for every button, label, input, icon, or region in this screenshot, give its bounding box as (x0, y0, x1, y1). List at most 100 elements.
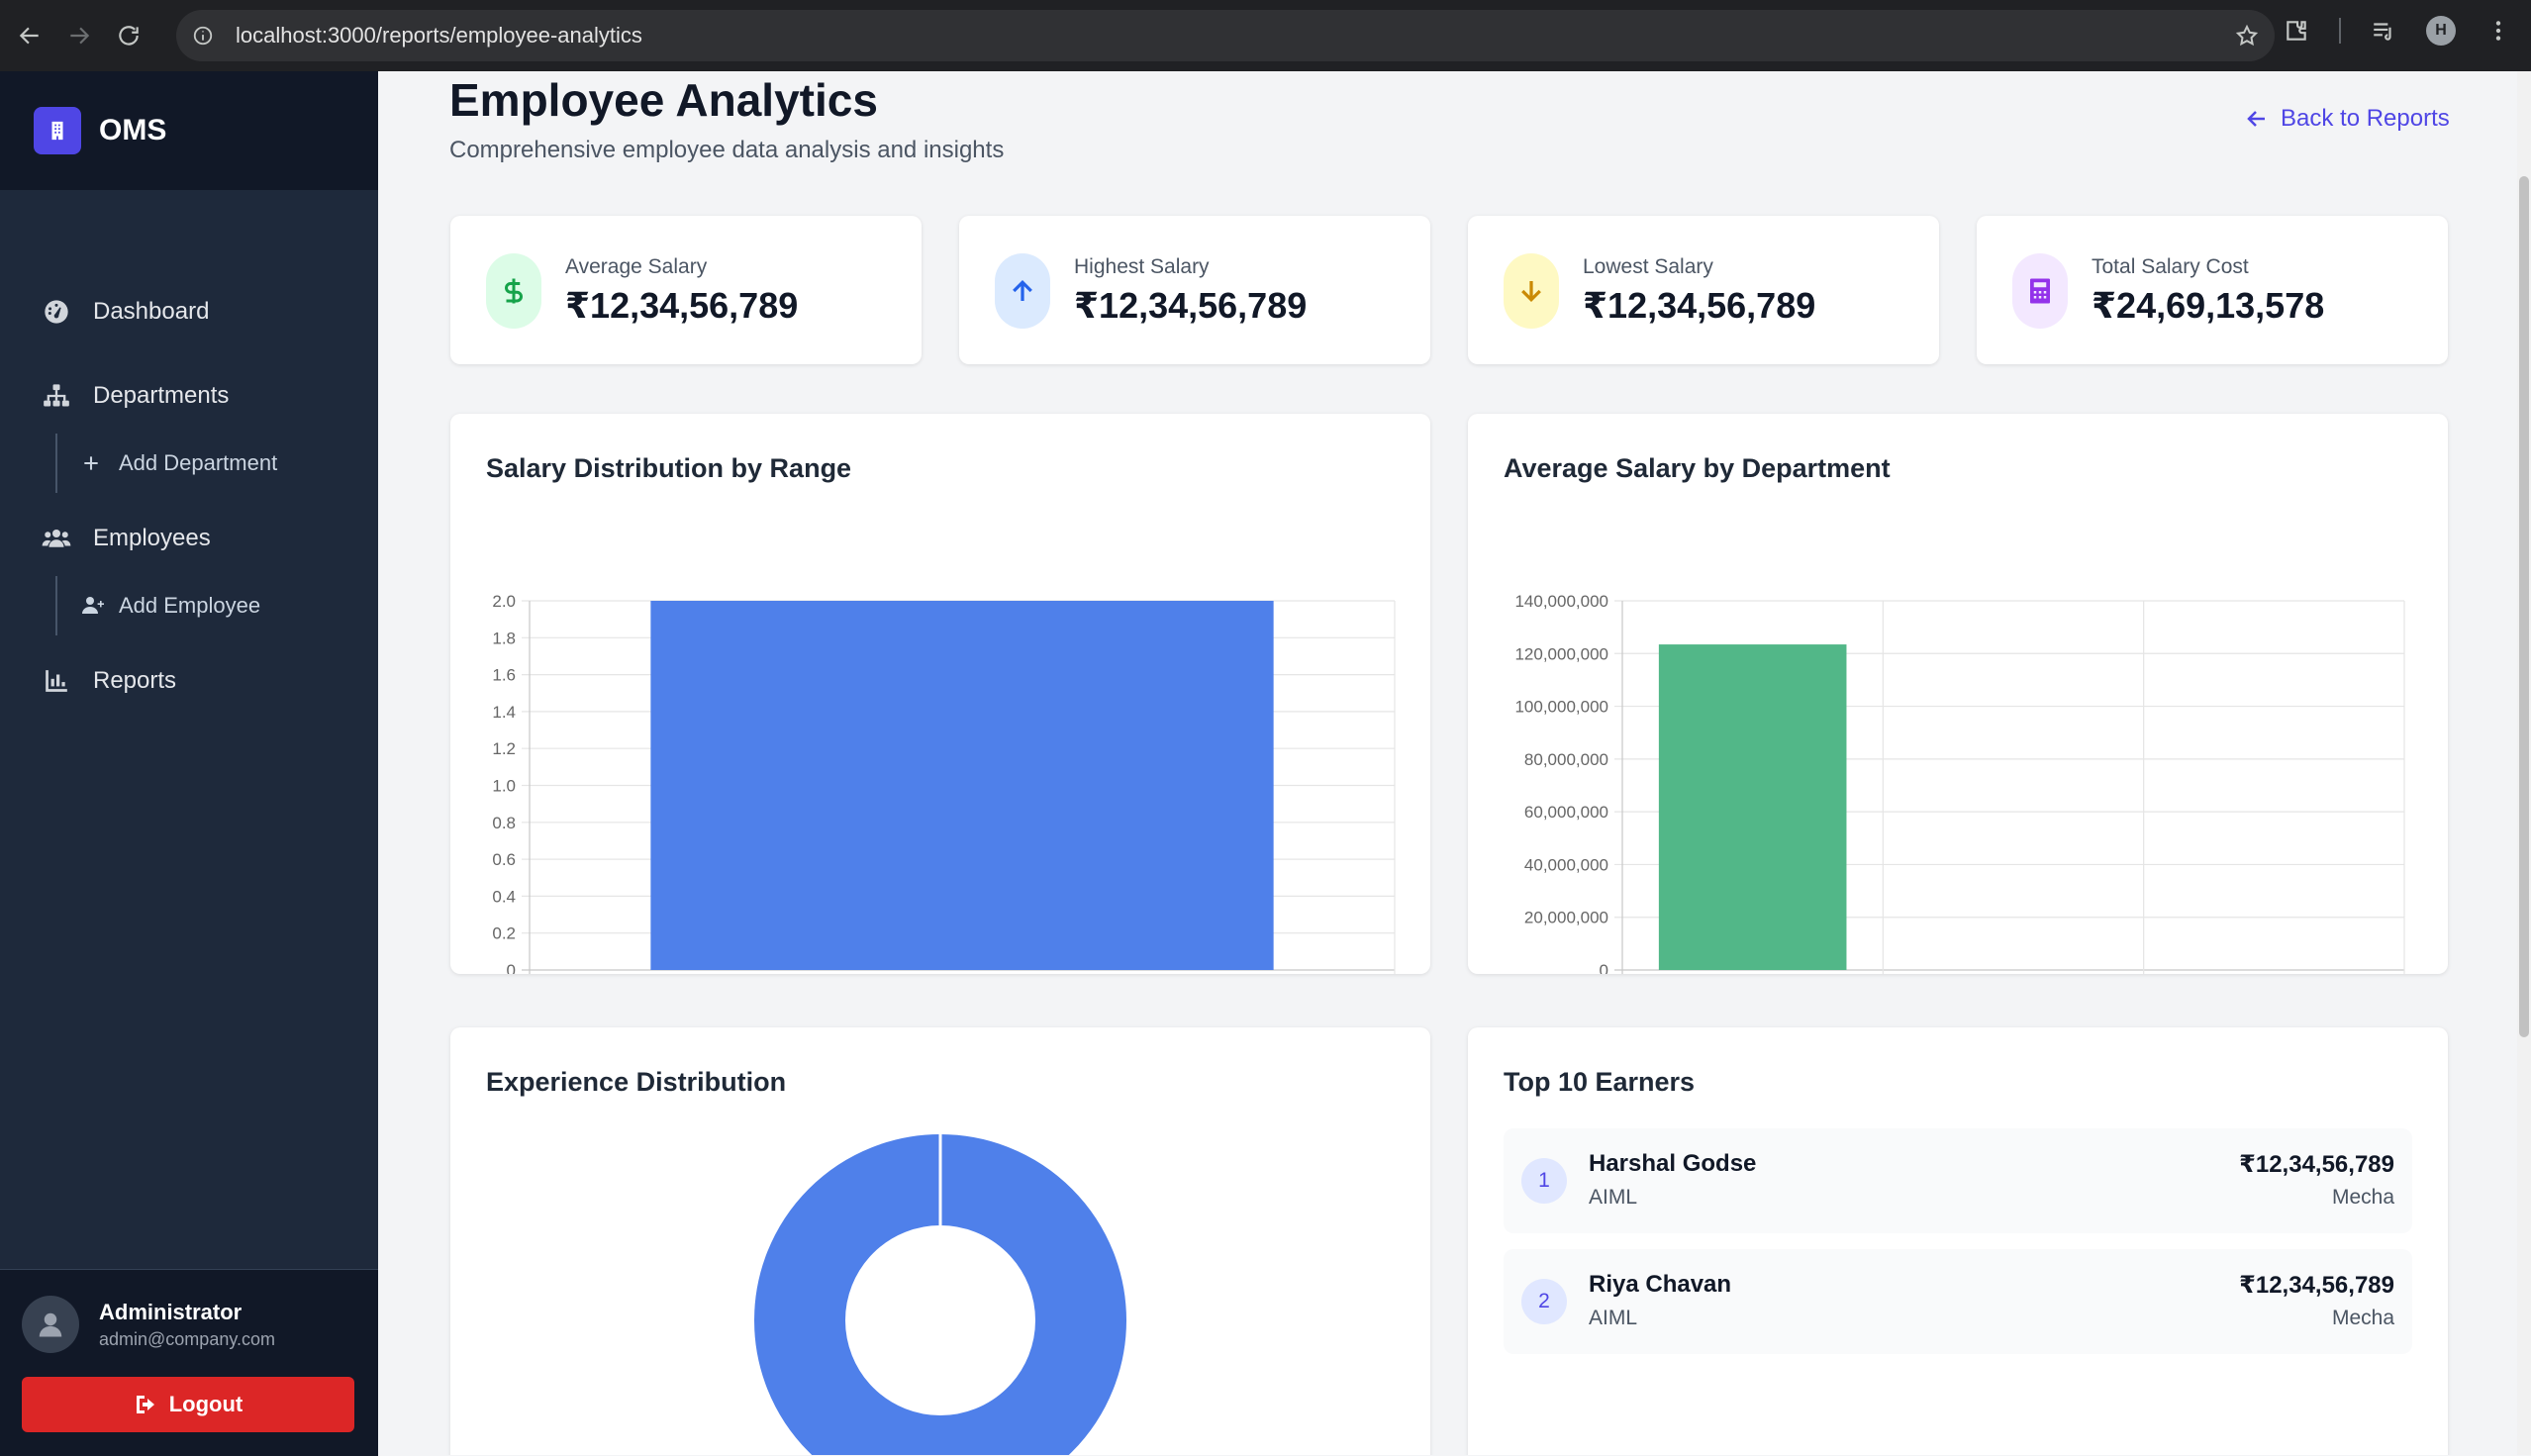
user-panel: Administrator admin@company.com Logout (0, 1269, 378, 1456)
stat-label: Lowest Salary (1583, 255, 1713, 278)
bookmark-star-icon[interactable] (2235, 24, 2259, 48)
sidebar-item-add-employee[interactable]: Add Employee (55, 576, 260, 635)
scrollbar-thumb[interactable] (2519, 176, 2529, 1037)
salary-distribution-chart: 00.20.40.60.81.01.21.41.61.82.0200000 (492, 592, 1396, 974)
sitemap-icon (42, 381, 71, 411)
sign-out-icon (136, 1396, 154, 1413)
url-text[interactable]: localhost:3000/reports/employee-analytic… (236, 23, 642, 49)
user-name: Administrator (99, 1300, 243, 1324)
gauge-icon (42, 297, 71, 327)
browser-toolbar: localhost:3000/reports/employee-analytic… (0, 0, 2531, 71)
profile-avatar[interactable]: H (2426, 16, 2456, 46)
stat-label: Total Salary Cost (2092, 255, 2249, 278)
sidebar: OMS Dashboard Departments Add Department… (0, 71, 378, 1456)
y-tick-label: 1.6 (492, 666, 516, 685)
stat-label: Average Salary (565, 255, 708, 278)
y-tick-label: 60,000,000 (1524, 803, 1608, 822)
department-salary-panel: Average Salary by Department 0 20,000,000… (1468, 414, 2448, 974)
stat-value: ₹12,34,56,789 (1074, 285, 1308, 326)
more-menu-icon[interactable] (2485, 18, 2511, 44)
stat-label: Highest Salary (1074, 255, 1210, 278)
toolbar-divider (2339, 18, 2341, 44)
sidebar-item-reports[interactable]: Reports (0, 651, 378, 711)
sidebar-item-label: Add Employee (119, 593, 261, 618)
y-tick-label: 0.2 (492, 924, 516, 943)
y-tick-label: 0.4 (492, 887, 516, 906)
bar (1658, 644, 1847, 970)
users-icon (42, 524, 71, 553)
user-icon (39, 1312, 62, 1337)
top-earners-panel: Top 10 Earners 1 Harshal Godse AIML ₹12,… (1468, 1027, 2448, 1455)
sidebar-item-add-department[interactable]: Add Department (55, 434, 277, 493)
earner-salary: ₹12,34,56,789 (2239, 1272, 2394, 1299)
stat-card-average-salary: Average Salary ₹12,34,56,789 (450, 216, 922, 364)
top-earners-title: Top 10 Earners (1504, 1067, 1696, 1097)
address-bar[interactable]: localhost:3000/reports/employee-analytic… (176, 10, 2275, 61)
experience-distribution-panel: Experience Distribution (450, 1027, 1430, 1455)
extensions-icon[interactable] (2284, 18, 2309, 44)
y-tick-label: 100,000,000 (1514, 698, 1608, 717)
sidebar-item-label: Departments (93, 382, 230, 409)
dollar-icon (486, 253, 541, 329)
sidebar-item-departments[interactable]: Departments (0, 366, 378, 426)
forward-arrow-icon[interactable] (59, 16, 99, 55)
list-item[interactable]: 2 Riya Chavan AIML ₹12,34,56,789 Mecha (1504, 1249, 2412, 1354)
arrow-left-icon (2247, 111, 2265, 127)
calculator-icon (2012, 253, 2068, 329)
back-to-reports-link[interactable]: Back to Reports (2245, 105, 2450, 133)
page-title: Employee Analytics (449, 74, 878, 126)
stat-value: ₹24,69,13,578 (2092, 285, 2325, 326)
scrollbar[interactable] (2517, 71, 2531, 1455)
stat-card-highest-salary: Highest Salary ₹12,34,56,789 (959, 216, 1430, 364)
earner-salary: ₹12,34,56,789 (2239, 1151, 2394, 1178)
experience-distribution-chart (754, 1134, 1126, 1455)
bar (650, 601, 1274, 970)
sidebar-item-label: Reports (93, 667, 177, 694)
sidebar-item-employees[interactable]: Employees (0, 509, 378, 568)
y-tick-label: 1.0 (492, 777, 516, 796)
sidebar-item-label: Dashboard (93, 298, 210, 325)
rank-badge: 1 (1521, 1158, 1567, 1204)
stat-card-lowest-salary: Lowest Salary ₹12,34,56,789 (1468, 216, 1939, 364)
sidebar-item-label: Add Department (119, 450, 278, 475)
earner-location: Mecha (2331, 1186, 2394, 1209)
reload-icon[interactable] (109, 16, 148, 55)
brand-name: OMS (99, 114, 167, 146)
y-tick-label: 1.2 (492, 739, 516, 758)
arrow-up-icon (995, 253, 1050, 329)
y-tick-label: 1.4 (492, 703, 516, 722)
earner-name: Harshal Godse (1589, 1150, 1757, 1177)
list-item[interactable]: 1 Harshal Godse AIML ₹12,34,56,789 Mecha (1504, 1128, 2412, 1233)
earner-location: Mecha (2331, 1307, 2394, 1329)
earner-name: Riya Chavan (1589, 1271, 1732, 1298)
logout-label: Logout (168, 1392, 243, 1416)
y-tick-label: 0 (507, 961, 516, 974)
bar-chart-icon (42, 666, 71, 696)
salary-distribution-panel: Salary Distribution by Range 0 0.2 0.4 0.6 0… (450, 414, 1430, 974)
user-email: admin@company.com (99, 1329, 276, 1349)
y-tick-label: 0 (1600, 961, 1608, 974)
sidebar-item-dashboard[interactable]: Dashboard (0, 282, 378, 341)
media-queue-icon[interactable] (2371, 18, 2396, 44)
y-tick-label: 1.8 (492, 629, 516, 647)
page-subtitle: Comprehensive employee data analysis and… (449, 137, 1005, 163)
y-tick-label: 0.6 (492, 850, 516, 869)
y-tick-label: 20,000,000 (1524, 909, 1608, 927)
y-tick-label: 40,000,000 (1524, 855, 1608, 874)
back-arrow-icon[interactable] (10, 16, 49, 55)
logout-button[interactable]: Logout (22, 1377, 354, 1432)
y-tick-label: 140,000,000 (1514, 592, 1608, 611)
y-tick-label: 0.8 (492, 814, 516, 832)
brand-header[interactable]: OMS (0, 71, 378, 190)
y-tick-label: 80,000,000 (1524, 750, 1608, 769)
department-salary-chart: 0 20,000,000 40,000,000 60,000,000 80,000,00… (1514, 592, 2405, 974)
earner-department: AIML (1589, 1307, 1638, 1329)
arrow-down-icon (1504, 253, 1559, 329)
rank-badge: 2 (1521, 1279, 1567, 1324)
earner-department: AIML (1589, 1186, 1638, 1209)
avatar[interactable] (22, 1296, 79, 1353)
back-label: Back to Reports (2281, 105, 2450, 132)
site-info-icon[interactable] (192, 25, 214, 47)
plus-icon (81, 451, 105, 475)
stat-card-total-salary-cost: Total Salary Cost ₹24,69,13,578 (1977, 216, 2448, 364)
